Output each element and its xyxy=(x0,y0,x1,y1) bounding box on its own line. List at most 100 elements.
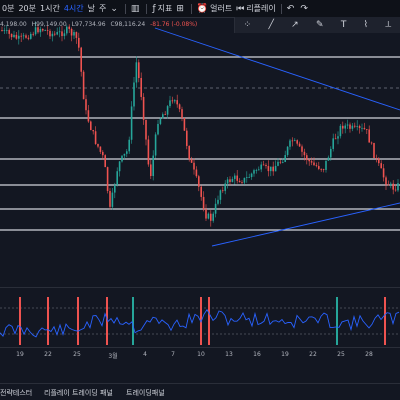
candle-body xyxy=(174,100,176,102)
candle-body xyxy=(298,143,301,147)
candle-body xyxy=(303,151,306,156)
candle-body xyxy=(296,140,298,144)
candle-body xyxy=(313,162,315,166)
candle-body xyxy=(253,170,255,174)
crosshair-icon[interactable]: ⁘ xyxy=(244,20,252,30)
osc-signal-bar xyxy=(336,297,338,345)
candle-body xyxy=(219,190,222,200)
candle-body xyxy=(234,175,236,179)
candle-body xyxy=(274,165,277,172)
pane-separator[interactable] xyxy=(0,287,400,288)
candle-body xyxy=(73,32,75,36)
candle-body xyxy=(54,33,56,35)
candle-body xyxy=(193,162,195,170)
candle-body xyxy=(30,33,32,39)
candlestick-icon[interactable]: ▥ xyxy=(129,0,142,17)
alarm-icon: ⏰ xyxy=(196,3,209,14)
candle-body xyxy=(152,155,154,177)
candle-body xyxy=(250,173,253,178)
tab-strategy-tester[interactable]: 전략테스터 xyxy=(0,388,32,398)
candle-body xyxy=(13,34,15,38)
candle-body xyxy=(255,170,258,171)
interval-1[interactable]: 0분 xyxy=(0,0,16,17)
interval-week[interactable]: 주 xyxy=(97,0,108,17)
ohlc-legend: 4,198.00 H99,149.00 L97,734.96 C98,116.2… xyxy=(0,21,200,28)
candle-body xyxy=(277,161,279,166)
candle-body xyxy=(51,33,54,37)
candle-body xyxy=(159,118,162,124)
candle-body xyxy=(334,138,337,140)
candle-body xyxy=(243,177,246,183)
interval-day[interactable]: 날 xyxy=(86,0,97,17)
candle-body xyxy=(200,186,202,197)
trendlines[interactable] xyxy=(154,27,400,247)
candle-body xyxy=(346,124,349,126)
candle-body xyxy=(260,164,262,170)
time-tick: 19 xyxy=(16,351,24,358)
trend-line-icon[interactable]: ╱ xyxy=(268,20,273,30)
replay-button[interactable]: ⏮ 리플레이 xyxy=(234,0,278,17)
legend-open: 4,198.00 xyxy=(0,21,27,28)
osc-signal-bars xyxy=(19,297,386,345)
candle-body xyxy=(3,30,6,31)
candle-body xyxy=(224,183,226,191)
candle-body xyxy=(63,33,66,37)
candle-body xyxy=(20,35,22,37)
time-tick: 28 xyxy=(365,351,373,358)
candle-body xyxy=(373,142,375,158)
undo-icon[interactable]: ↶ xyxy=(285,0,297,17)
candle-body xyxy=(70,28,73,36)
candle-body xyxy=(318,166,320,169)
candle-body xyxy=(176,100,178,105)
interval-3[interactable]: 1시간 xyxy=(38,0,62,17)
tab-replay-trading-panel[interactable]: 리플레이 트레이딩 패널 xyxy=(44,388,113,398)
candle-body xyxy=(308,159,310,162)
candle-body xyxy=(294,140,296,142)
candle-body xyxy=(358,126,361,128)
candle-body xyxy=(368,129,370,143)
interval-2[interactable]: 20분 xyxy=(16,0,38,17)
candle-body xyxy=(214,203,217,214)
candle-body xyxy=(202,196,205,210)
candle-body xyxy=(183,118,186,131)
interval-4h[interactable]: 4시간 xyxy=(62,0,86,17)
time-tick: 7 xyxy=(171,351,175,358)
chevron-down-icon[interactable]: ⌄ xyxy=(108,0,120,17)
legend-change: -81.76 (-0.08%) xyxy=(150,21,198,28)
candle-body xyxy=(46,30,49,31)
brush-icon[interactable]: ⌇ xyxy=(364,20,368,30)
candle-body xyxy=(272,166,274,172)
candle-body xyxy=(325,160,327,170)
arrow-icon[interactable]: ↗ xyxy=(291,20,299,30)
candle-body xyxy=(126,151,128,154)
candle-body xyxy=(121,155,123,162)
candle-body xyxy=(111,192,114,207)
osc-signal-bar xyxy=(384,297,386,345)
grid-icon[interactable]: ⊞ xyxy=(174,0,186,17)
pen-icon[interactable]: ✎ xyxy=(316,20,324,30)
tab-trading-panel[interactable]: 트레이딩패널 xyxy=(126,388,165,398)
candle-body xyxy=(169,100,171,107)
candle-body xyxy=(27,37,30,39)
chart-canvas[interactable] xyxy=(0,0,400,400)
alert-button[interactable]: ⏰ 얼러트 xyxy=(195,0,234,17)
indicators-label: 지표 xyxy=(157,4,173,13)
trendline-upper[interactable] xyxy=(154,27,400,111)
candle-body xyxy=(286,146,289,156)
candle-body xyxy=(320,168,322,170)
candle-body xyxy=(150,164,152,177)
text-icon[interactable]: T xyxy=(341,20,347,30)
candle-body xyxy=(135,62,138,83)
legend-high: H99,149.00 xyxy=(31,21,67,28)
candle-body xyxy=(154,134,157,156)
ruler-icon[interactable]: ⟂ xyxy=(385,20,391,30)
candle-body xyxy=(351,125,354,129)
indicators-button[interactable]: ƒ 지표 xyxy=(150,0,174,17)
legend-low: L97,734.96 xyxy=(71,21,106,28)
redo-icon[interactable]: ↷ xyxy=(298,0,310,17)
toolbar-divider xyxy=(146,3,148,14)
candle-body xyxy=(310,161,313,163)
horizontal-levels[interactable] xyxy=(0,56,400,231)
candle-body xyxy=(339,125,342,137)
candle-body xyxy=(392,183,394,190)
